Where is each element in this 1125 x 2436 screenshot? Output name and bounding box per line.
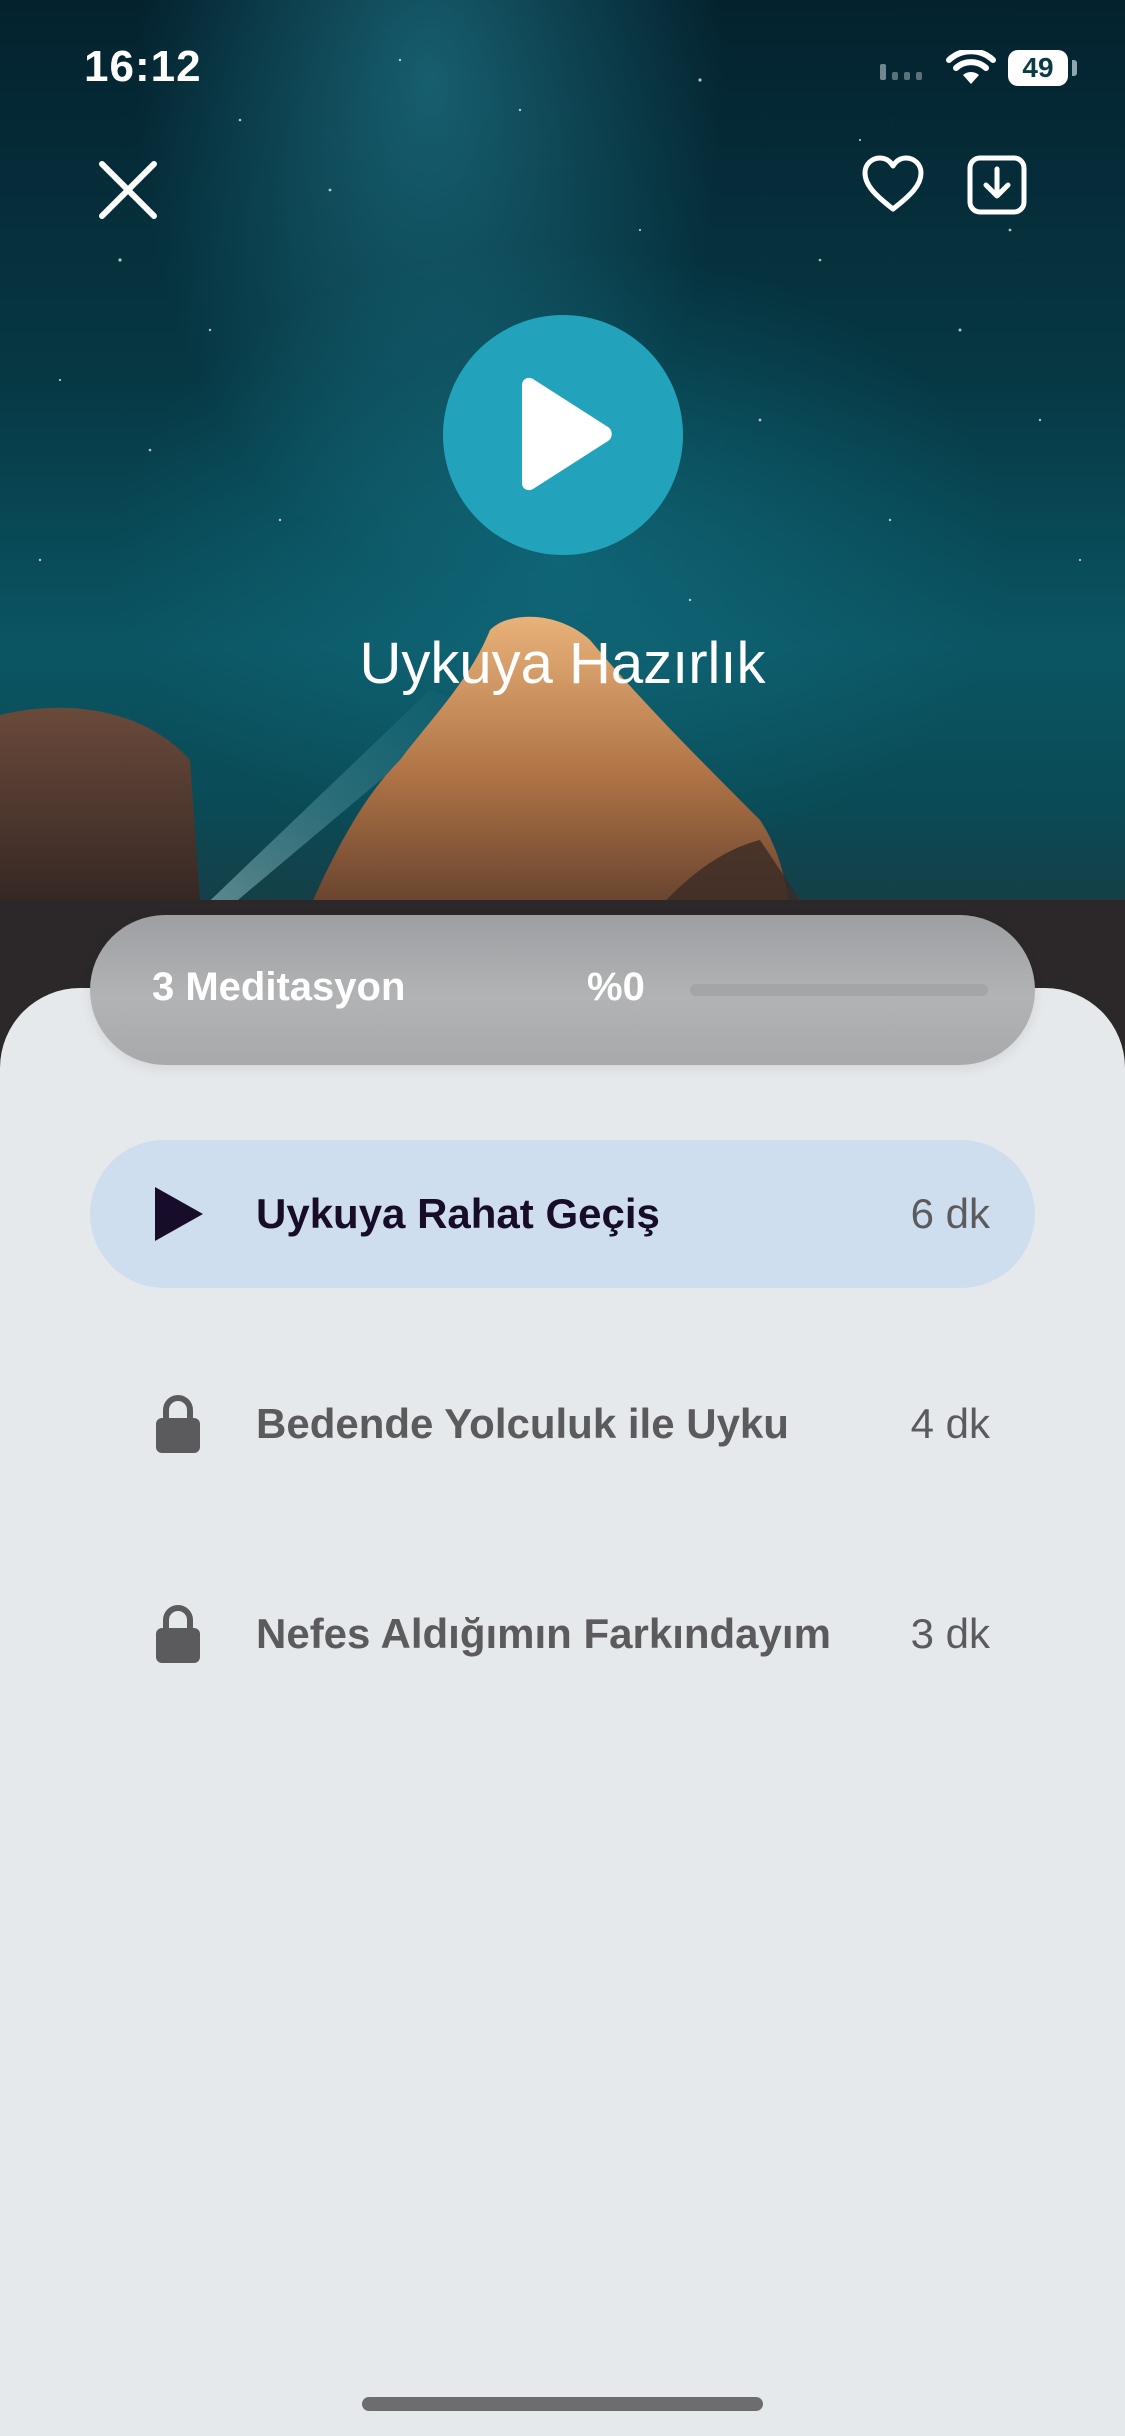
status-bar: 16:12 49 [0, 0, 1125, 140]
play-icon [522, 377, 612, 491]
battery-indicator: 49 [1008, 50, 1068, 86]
track-row-1[interactable]: Uykuya Rahat Geçiş 6 dk [90, 1140, 1035, 1288]
track-row-3[interactable]: Nefes Aldığımın Farkındayım 3 dk [90, 1560, 1035, 1708]
battery-tip [1072, 60, 1077, 76]
play-button[interactable] [443, 315, 683, 555]
progress-card: 3 Meditasyon %0 [90, 915, 1035, 1065]
track-title: Nefes Aldığımın Farkındayım [256, 1610, 831, 1657]
track-duration: 6 dk [910, 1190, 990, 1237]
close-button[interactable] [88, 150, 168, 230]
progress-percent: %0 [587, 965, 645, 1009]
track-play-icon [148, 1184, 208, 1244]
track-duration: 3 dk [910, 1610, 990, 1657]
status-time: 16:12 [84, 42, 202, 91]
track-row-2[interactable]: Bedende Yolculuk ile Uyku 4 dk [90, 1350, 1035, 1498]
download-icon [967, 155, 1027, 215]
wifi-icon [946, 50, 996, 84]
home-indicator[interactable] [362, 2397, 763, 2411]
cellular-signal-icon [880, 64, 922, 80]
track-title: Uykuya Rahat Geçiş [256, 1190, 660, 1237]
download-button[interactable] [962, 150, 1032, 220]
progress-bar [690, 984, 988, 996]
heart-icon [862, 155, 924, 212]
lock-icon [148, 1394, 208, 1454]
meditation-count: 3 Meditasyon [152, 965, 406, 1009]
favorite-button[interactable] [858, 150, 928, 220]
close-icon [99, 161, 157, 219]
track-duration: 4 dk [910, 1400, 990, 1447]
lock-icon [148, 1604, 208, 1664]
track-title: Bedende Yolculuk ile Uyku [256, 1400, 789, 1447]
meditation-title: Uykuya Hazırlık [359, 631, 766, 696]
